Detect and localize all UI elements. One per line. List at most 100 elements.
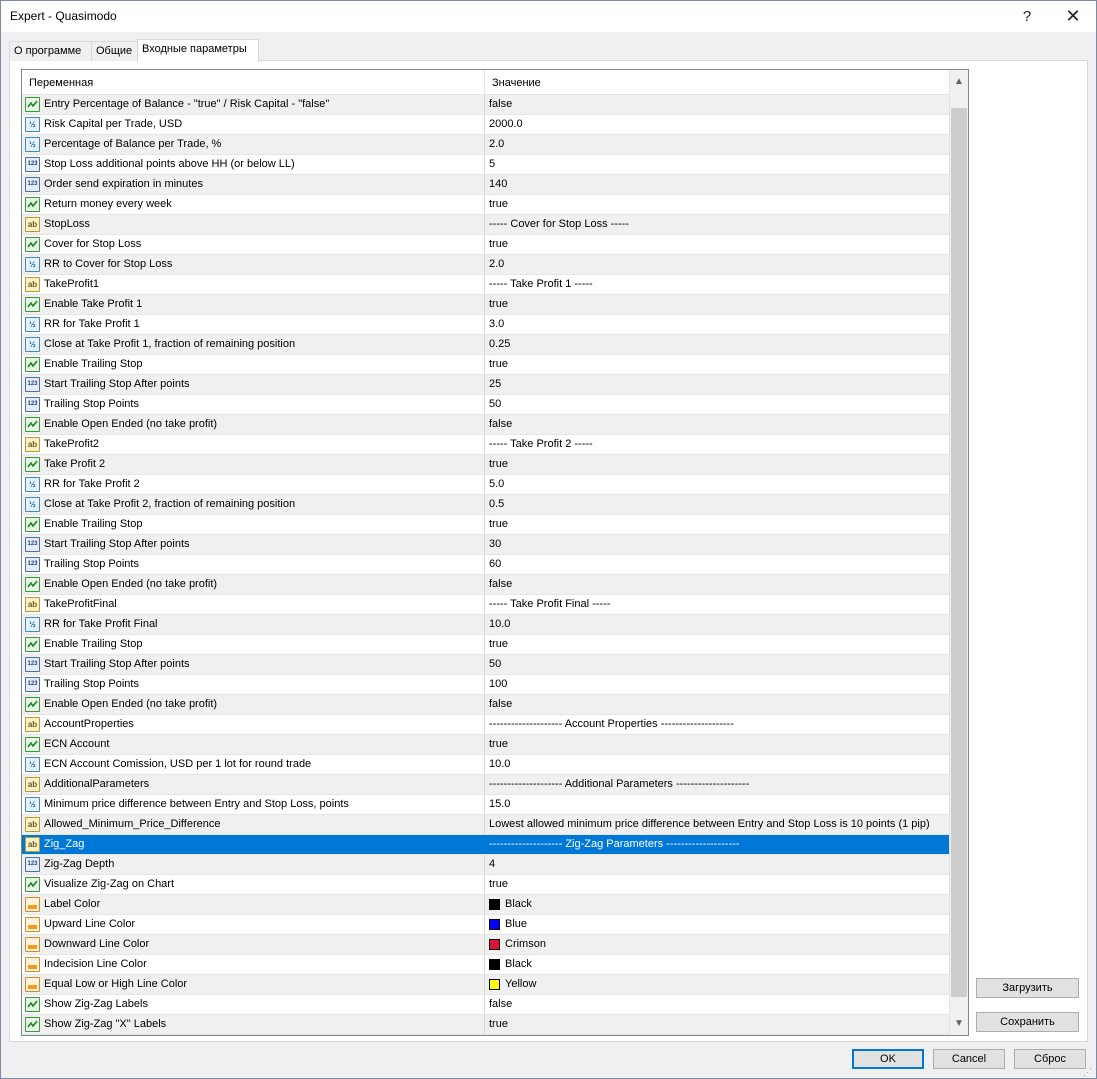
parameter-value-cell[interactable]: true <box>486 195 949 214</box>
resize-grip-icon[interactable]: ⋰ <box>1083 1067 1093 1077</box>
parameter-row[interactable]: Enable Take Profit 1 true <box>22 295 949 315</box>
parameter-value-cell[interactable]: Yellow <box>486 975 949 994</box>
load-button[interactable]: Загрузить <box>976 978 1079 998</box>
parameter-name-cell[interactable]: Indecision Line Color <box>22 955 485 974</box>
parameter-value-cell[interactable]: Black <box>486 895 949 914</box>
parameter-value-cell[interactable]: true <box>486 1015 949 1034</box>
parameter-name-cell[interactable]: Downward Line Color <box>22 935 485 954</box>
parameter-name-cell[interactable]: ab Zig_Zag <box>22 835 485 854</box>
parameter-value-cell[interactable]: 60 <box>486 555 949 574</box>
parameter-row[interactable]: ab AccountProperties -------------------- … <box>22 715 949 735</box>
parameter-value-cell[interactable]: false <box>486 995 949 1014</box>
parameter-value-cell[interactable]: Lowest allowed minimum price difference … <box>486 815 949 834</box>
parameter-row[interactable]: 123 Order send expiration in minutes 140 <box>22 175 949 195</box>
parameter-row[interactable]: Entry Percentage of Balance - "true" / R… <box>22 95 949 115</box>
parameter-value-cell[interactable]: -------------------- Account Properties … <box>486 715 949 734</box>
parameter-row[interactable]: Downward Line Color Crimson <box>22 935 949 955</box>
parameter-name-cell[interactable]: ½ RR for Take Profit 2 <box>22 475 485 494</box>
parameter-name-cell[interactable]: ½ Close at Take Profit 2, fraction of rem… <box>22 495 485 514</box>
parameter-row[interactable]: ab TakeProfit2 ----- Take Profit 2 ----- <box>22 435 949 455</box>
parameter-value-cell[interactable]: 5.0 <box>486 475 949 494</box>
parameter-name-cell[interactable]: ½ Percentage of Balance per Trade, % <box>22 135 485 154</box>
parameter-name-cell[interactable]: Take Profit 2 <box>22 455 485 474</box>
parameter-value-cell[interactable]: -------------------- Additional Paramete… <box>486 775 949 794</box>
parameter-row[interactable]: ab TakeProfitFinal ----- Take Profit Final… <box>22 595 949 615</box>
parameter-row[interactable]: Indecision Line Color Black <box>22 955 949 975</box>
parameter-value-cell[interactable]: 50 <box>486 395 949 414</box>
parameter-value-cell[interactable]: true <box>486 295 949 314</box>
parameter-value-cell[interactable]: 15.0 <box>486 795 949 814</box>
help-button[interactable]: ? <box>1004 1 1050 32</box>
column-header-value[interactable]: Значение <box>485 70 947 94</box>
parameter-value-cell[interactable]: 0.25 <box>486 335 949 354</box>
parameter-name-cell[interactable]: ½ Risk Capital per Trade, USD <box>22 115 485 134</box>
parameter-row[interactable]: Enable Open Ended (no take profit) false <box>22 575 949 595</box>
scroll-up-icon[interactable]: ▲ <box>950 73 968 91</box>
parameter-row[interactable]: ½ ECN Account Comission, USD per 1 lot fo… <box>22 755 949 775</box>
parameter-name-cell[interactable]: ab TakeProfit2 <box>22 435 485 454</box>
parameter-name-cell[interactable]: Enable Open Ended (no take profit) <box>22 415 485 434</box>
parameter-value-cell[interactable]: false <box>486 95 949 114</box>
parameter-name-cell[interactable]: ½ ECN Account Comission, USD per 1 lot fo… <box>22 755 485 774</box>
parameter-value-cell[interactable]: 2.0 <box>486 135 949 154</box>
parameter-name-cell[interactable]: Enable Take Profit 1 <box>22 295 485 314</box>
parameter-name-cell[interactable]: 123 Stop Loss additional points above HH … <box>22 155 485 174</box>
parameter-name-cell[interactable]: Visualize Zig-Zag on Chart <box>22 875 485 894</box>
parameter-value-cell[interactable]: false <box>486 575 949 594</box>
parameter-value-cell[interactable]: ----- Take Profit 2 ----- <box>486 435 949 454</box>
parameter-row[interactable]: ½ RR to Cover for Stop Loss 2.0 <box>22 255 949 275</box>
tab-inputs[interactable]: Входные параметры <box>137 39 259 62</box>
parameter-value-cell[interactable]: true <box>486 635 949 654</box>
parameter-value-cell[interactable]: true <box>486 515 949 534</box>
parameter-row[interactable]: 123 Zig-Zag Depth 4 <box>22 855 949 875</box>
parameter-row[interactable]: Upward Line Color Blue <box>22 915 949 935</box>
scroll-down-icon[interactable]: ▼ <box>950 1015 968 1033</box>
parameter-name-cell[interactable]: ab TakeProfit1 <box>22 275 485 294</box>
parameter-row[interactable]: 123 Trailing Stop Points 50 <box>22 395 949 415</box>
parameter-row[interactable]: ½ Risk Capital per Trade, USD 2000.0 <box>22 115 949 135</box>
parameter-name-cell[interactable]: Enable Trailing Stop <box>22 515 485 534</box>
parameter-row[interactable]: ½ RR for Take Profit Final 10.0 <box>22 615 949 635</box>
parameter-name-cell[interactable]: Enable Trailing Stop <box>22 355 485 374</box>
close-icon[interactable]: ✕ <box>1050 1 1096 32</box>
vertical-scrollbar[interactable]: ▲ ▼ <box>949 70 968 1035</box>
save-button[interactable]: Сохранить <box>976 1012 1079 1032</box>
parameter-row[interactable]: ab Zig_Zag -------------------- Zig-Zag Pa… <box>22 835 949 855</box>
parameter-value-cell[interactable]: true <box>486 355 949 374</box>
parameter-row[interactable]: Enable Trailing Stop true <box>22 355 949 375</box>
parameter-row[interactable]: Enable Trailing Stop true <box>22 515 949 535</box>
parameter-name-cell[interactable]: Entry Percentage of Balance - "true" / R… <box>22 95 485 114</box>
parameter-value-cell[interactable]: Crimson <box>486 935 949 954</box>
parameter-name-cell[interactable]: ½ RR to Cover for Stop Loss <box>22 255 485 274</box>
parameter-name-cell[interactable]: Enable Open Ended (no take profit) <box>22 695 485 714</box>
parameter-row[interactable]: ½ Minimum price difference between Entry … <box>22 795 949 815</box>
parameter-row[interactable]: ab AdditionalParameters ------------------… <box>22 775 949 795</box>
parameter-name-cell[interactable]: 123 Trailing Stop Points <box>22 675 485 694</box>
parameter-row[interactable]: ½ Percentage of Balance per Trade, % 2.0 <box>22 135 949 155</box>
parameter-name-cell[interactable]: Cover for Stop Loss <box>22 235 485 254</box>
parameter-value-cell[interactable]: 140 <box>486 175 949 194</box>
parameter-name-cell[interactable]: ab StopLoss <box>22 215 485 234</box>
scroll-thumb[interactable] <box>951 108 967 997</box>
parameter-name-cell[interactable]: ab AdditionalParameters <box>22 775 485 794</box>
parameter-name-cell[interactable]: Show Zig-Zag "X" Labels <box>22 1015 485 1034</box>
parameter-value-cell[interactable]: 25 <box>486 375 949 394</box>
parameter-name-cell[interactable]: ½ Minimum price difference between Entry … <box>22 795 485 814</box>
parameter-row[interactable]: ab Allowed_Minimum_Price_Difference Lowest… <box>22 815 949 835</box>
parameter-name-cell[interactable]: ECN Account <box>22 735 485 754</box>
parameter-row[interactable]: ½ RR for Take Profit 1 3.0 <box>22 315 949 335</box>
parameter-row[interactable]: Enable Open Ended (no take profit) false <box>22 415 949 435</box>
parameter-row[interactable]: Cover for Stop Loss true <box>22 235 949 255</box>
parameter-value-cell[interactable]: 2000.0 <box>486 115 949 134</box>
parameter-value-cell[interactable]: 5 <box>486 155 949 174</box>
parameter-value-cell[interactable]: true <box>486 735 949 754</box>
parameter-value-cell[interactable]: 4 <box>486 855 949 874</box>
parameter-row[interactable]: Equal Low or High Line Color Yellow <box>22 975 949 995</box>
parameter-row[interactable]: ½ Close at Take Profit 2, fraction of rem… <box>22 495 949 515</box>
parameter-row[interactable]: 123 Start Trailing Stop After points 25 <box>22 375 949 395</box>
parameter-name-cell[interactable]: 123 Trailing Stop Points <box>22 555 485 574</box>
parameter-row[interactable]: ab TakeProfit1 ----- Take Profit 1 ----- <box>22 275 949 295</box>
parameter-value-cell[interactable]: true <box>486 455 949 474</box>
parameter-value-cell[interactable]: false <box>486 695 949 714</box>
parameter-row[interactable]: Return money every week true <box>22 195 949 215</box>
